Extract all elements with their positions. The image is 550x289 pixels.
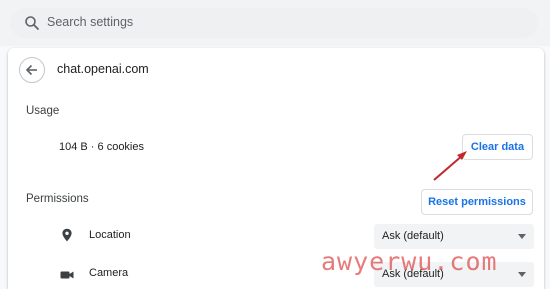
watermark-text: awyerwu.com <box>321 247 498 276</box>
permissions-heading: Permissions <box>26 193 89 205</box>
back-button[interactable] <box>19 57 45 83</box>
location-pin-icon <box>62 228 72 242</box>
reset-permissions-button[interactable]: Reset permissions <box>421 189 533 215</box>
search-placeholder: Search settings <box>47 15 134 29</box>
chevron-down-icon <box>518 234 526 239</box>
search-bar: Search settings <box>0 0 550 46</box>
site-settings-page: Search settings chat.openai.com Usage 10… <box>0 0 550 289</box>
clear-data-button[interactable]: Clear data <box>462 134 533 160</box>
permission-label-location: Location <box>89 229 131 241</box>
back-arrow-icon <box>25 64 37 76</box>
search-icon <box>25 16 39 30</box>
location-permission-value: Ask (default) <box>382 230 444 242</box>
camera-icon <box>60 271 74 279</box>
permission-label-camera: Camera <box>89 267 129 279</box>
usage-heading: Usage <box>26 105 60 117</box>
search-input[interactable]: Search settings <box>10 8 538 38</box>
annotation-arrow-icon <box>433 151 467 181</box>
location-permission-select[interactable]: Ask (default) <box>374 224 534 249</box>
chevron-down-icon <box>518 272 526 277</box>
site-title: chat.openai.com <box>57 62 149 76</box>
usage-summary: 104 B · 6 cookies <box>59 141 144 153</box>
